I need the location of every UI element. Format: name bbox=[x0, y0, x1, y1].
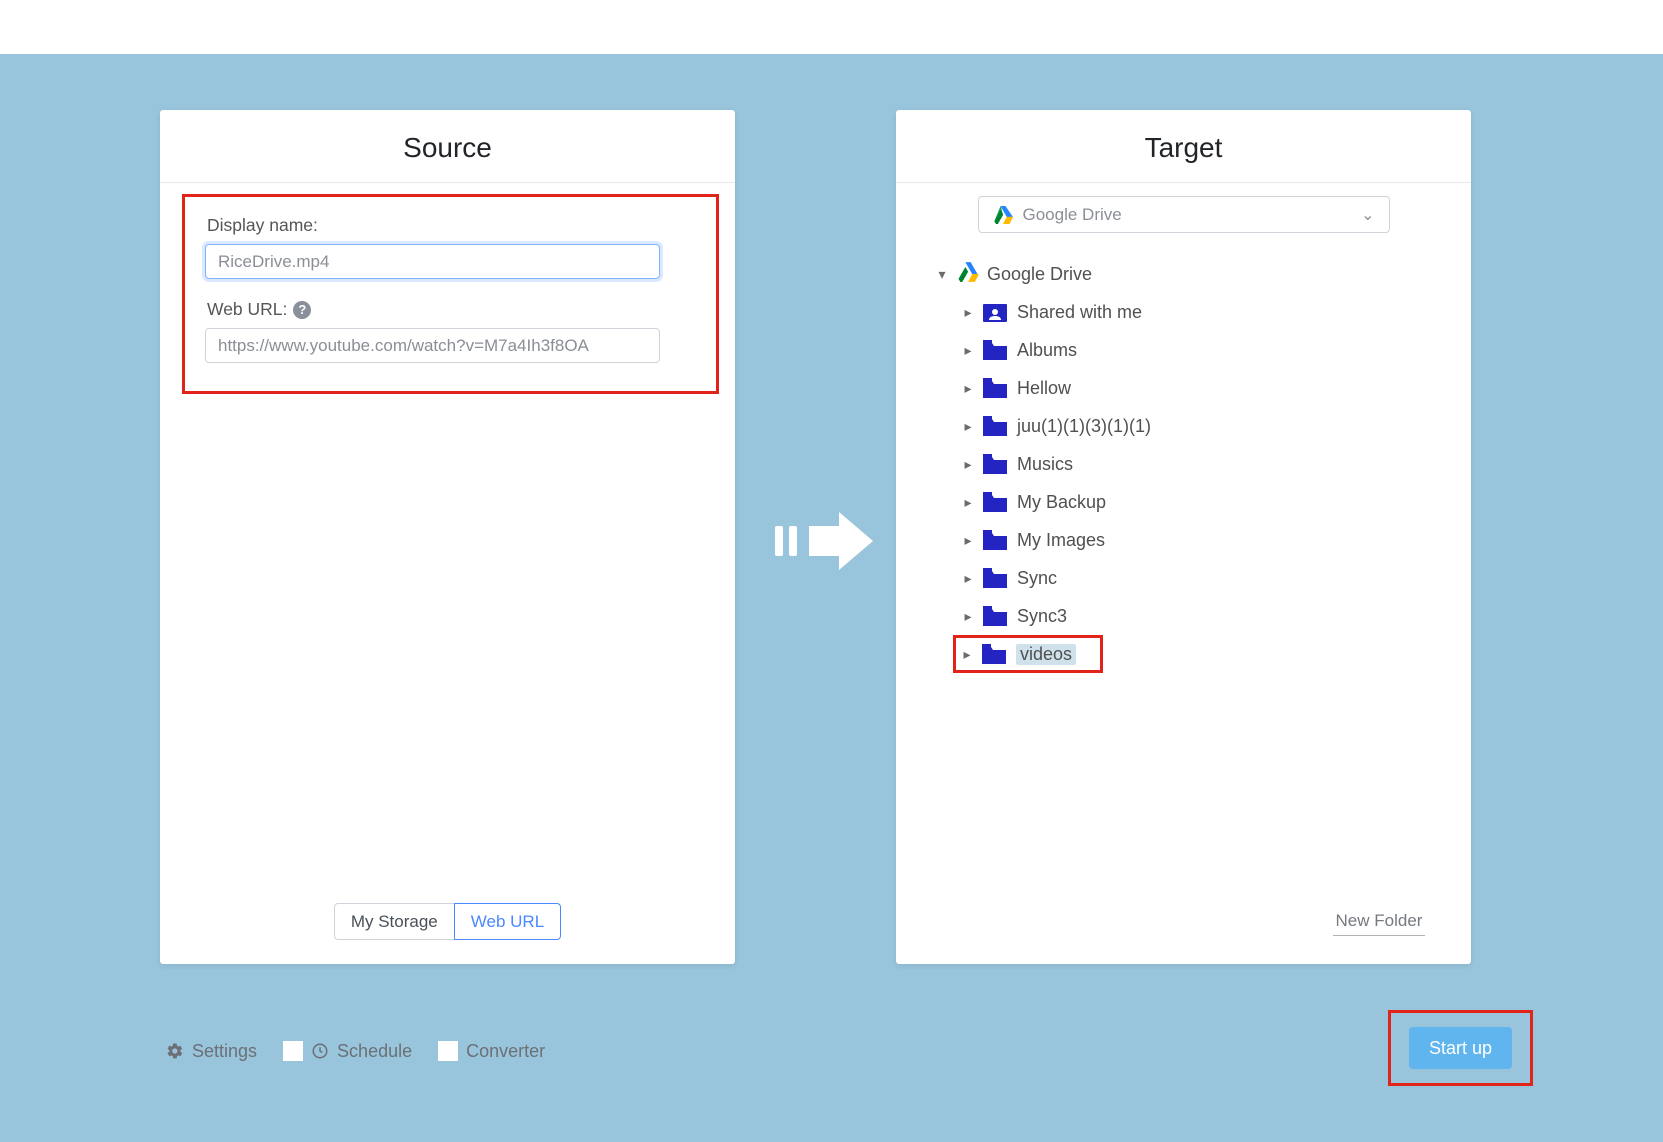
source-title: Source bbox=[160, 110, 735, 183]
web-url-input[interactable] bbox=[205, 328, 660, 363]
web-url-label-text: Web URL: bbox=[207, 299, 287, 320]
caret-right-icon: ▸ bbox=[959, 608, 977, 625]
clock-icon bbox=[311, 1042, 329, 1060]
folder-icon bbox=[983, 416, 1007, 436]
gear-icon bbox=[166, 1042, 184, 1060]
caret-right-icon: ▸ bbox=[959, 304, 977, 321]
google-drive-icon bbox=[957, 262, 979, 287]
transfer-arrow-icon bbox=[775, 506, 875, 581]
caret-right-icon: ▸ bbox=[959, 532, 977, 549]
caret-right-icon: ▸ bbox=[959, 456, 977, 473]
tree-item-label: Hellow bbox=[1017, 378, 1071, 399]
folder-icon bbox=[982, 644, 1006, 664]
source-panel: Source Display name: Web URL: ? My Stora… bbox=[160, 110, 735, 964]
converter-label: Converter bbox=[466, 1041, 545, 1062]
tree-item-sync[interactable]: ▸ Sync bbox=[959, 559, 1438, 597]
caret-right-icon: ▸ bbox=[959, 380, 977, 397]
new-folder-button[interactable]: New Folder bbox=[1333, 911, 1425, 936]
tree-item-juu[interactable]: ▸ juu(1)(1)(3)(1)(1) bbox=[959, 407, 1438, 445]
tree-item-label: Shared with me bbox=[1017, 302, 1142, 323]
schedule-option[interactable]: Schedule bbox=[283, 1041, 412, 1062]
tree-item-mybackup[interactable]: ▸ My Backup bbox=[959, 483, 1438, 521]
tree-item-label: Sync bbox=[1017, 568, 1057, 589]
display-name-input[interactable] bbox=[205, 244, 660, 279]
main-area: Source Display name: Web URL: ? My Stora… bbox=[0, 54, 1663, 1142]
help-icon[interactable]: ? bbox=[293, 301, 311, 319]
top-bar bbox=[0, 0, 1663, 54]
tree-item-shared[interactable]: ▸ Shared with me bbox=[959, 293, 1438, 331]
tab-my-storage[interactable]: My Storage bbox=[334, 903, 455, 940]
tree-item-myimages[interactable]: ▸ My Images bbox=[959, 521, 1438, 559]
tree-item-label: Sync3 bbox=[1017, 606, 1067, 627]
folder-icon bbox=[983, 340, 1007, 360]
tree-item-videos-highlight: ▸ videos bbox=[953, 635, 1103, 673]
folder-icon bbox=[983, 568, 1007, 588]
shared-folder-icon bbox=[983, 302, 1007, 322]
folder-icon bbox=[983, 530, 1007, 550]
settings-label: Settings bbox=[192, 1041, 257, 1062]
tree-item-videos[interactable]: ▸ videos bbox=[956, 635, 1076, 673]
tree-item-label: Albums bbox=[1017, 340, 1077, 361]
caret-right-icon: ▸ bbox=[959, 494, 977, 511]
tree-item-label: My Images bbox=[1017, 530, 1105, 551]
caret-down-icon: ▾ bbox=[933, 266, 951, 283]
schedule-checkbox[interactable] bbox=[283, 1041, 303, 1061]
tree-root[interactable]: ▾ Google Drive bbox=[933, 255, 1438, 293]
tree-item-label: My Backup bbox=[1017, 492, 1106, 513]
tab-web-url[interactable]: Web URL bbox=[454, 903, 561, 940]
tree-item-hellow[interactable]: ▸ Hellow bbox=[959, 369, 1438, 407]
folder-icon bbox=[983, 492, 1007, 512]
caret-right-icon: ▸ bbox=[959, 342, 977, 359]
footer-row: Settings Schedule Converter Start up bbox=[166, 1016, 1533, 1086]
web-url-label: Web URL: ? bbox=[207, 299, 696, 320]
converter-checkbox[interactable] bbox=[438, 1041, 458, 1061]
target-title: Target bbox=[896, 110, 1471, 183]
folder-tree: ▾ Google Drive ▸ Shared with me ▸ bbox=[933, 255, 1438, 673]
caret-right-icon: ▸ bbox=[959, 570, 977, 587]
schedule-label: Schedule bbox=[337, 1041, 412, 1062]
caret-right-icon: ▸ bbox=[959, 418, 977, 435]
folder-icon bbox=[983, 378, 1007, 398]
google-drive-icon bbox=[993, 206, 1013, 224]
tree-item-label: Musics bbox=[1017, 454, 1073, 475]
start-button[interactable]: Start up bbox=[1409, 1027, 1512, 1069]
converter-option[interactable]: Converter bbox=[438, 1041, 545, 1062]
folder-icon bbox=[983, 454, 1007, 474]
start-highlight: Start up bbox=[1388, 1010, 1533, 1086]
display-name-label: Display name: bbox=[207, 215, 696, 236]
caret-right-icon: ▸ bbox=[958, 646, 976, 663]
drive-select[interactable]: Google Drive ⌄ bbox=[978, 196, 1390, 233]
tree-root-label: Google Drive bbox=[987, 264, 1092, 285]
source-highlight: Display name: Web URL: ? bbox=[182, 194, 719, 394]
folder-icon bbox=[983, 606, 1007, 626]
tree-item-albums[interactable]: ▸ Albums bbox=[959, 331, 1438, 369]
drive-select-label: Google Drive bbox=[1023, 205, 1362, 225]
tree-item-label: juu(1)(1)(3)(1)(1) bbox=[1017, 416, 1151, 437]
target-panel: Target Google Drive ⌄ ▾ Google Drive ▸ bbox=[896, 110, 1471, 964]
settings-option[interactable]: Settings bbox=[166, 1041, 257, 1062]
tree-item-label: videos bbox=[1016, 644, 1076, 665]
tree-item-musics[interactable]: ▸ Musics bbox=[959, 445, 1438, 483]
source-tab-row: My Storage Web URL bbox=[160, 903, 735, 940]
tree-item-sync3[interactable]: ▸ Sync3 bbox=[959, 597, 1438, 635]
chevron-down-icon: ⌄ bbox=[1361, 205, 1374, 225]
